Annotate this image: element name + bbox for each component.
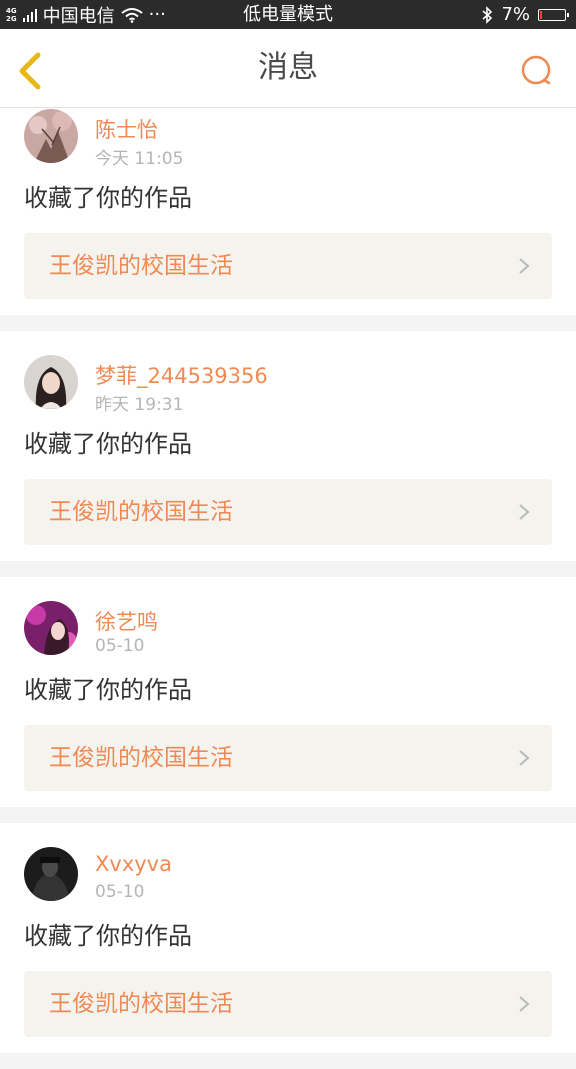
message-list: 陈士怡 今天 11:05 收藏了你的作品 王俊凯的校国生活 梦菲_2445393… — [0, 108, 576, 1069]
message-item: Xvxyva 05-10 收藏了你的作品 王俊凯的校国生活 — [0, 823, 576, 1053]
chevron-right-icon — [519, 258, 530, 274]
avatar[interactable] — [24, 109, 78, 163]
timestamp: 05-10 — [95, 636, 145, 656]
page-title: 消息 — [258, 50, 318, 85]
work-title: 王俊凯的校国生活 — [49, 499, 233, 525]
avatar-image — [24, 847, 78, 901]
timestamp: 昨天 19:31 — [95, 395, 184, 415]
work-link[interactable]: 王俊凯的校国生活 — [24, 233, 552, 299]
work-link[interactable]: 王俊凯的校国生活 — [24, 725, 552, 791]
battery-icon — [538, 8, 569, 21]
avatar[interactable] — [24, 355, 78, 409]
avatar-image — [24, 601, 78, 655]
action-text: 收藏了你的作品 — [24, 430, 192, 458]
chevron-right-icon — [519, 996, 530, 1012]
username[interactable]: 陈士怡 — [95, 114, 158, 144]
battery-level-fill — [540, 10, 542, 19]
message-item: 陈士怡 今天 11:05 收藏了你的作品 王俊凯的校国生活 — [0, 108, 576, 315]
work-link[interactable]: 王俊凯的校国生活 — [24, 479, 552, 545]
chevron-right-icon — [519, 504, 530, 520]
status-bar: 4G 2G 中国电信 ··· 低电量模式 7% — [0, 0, 576, 29]
avatar-image — [24, 109, 78, 163]
message-item: 徐艺鸣 05-10 收藏了你的作品 王俊凯的校国生活 — [0, 577, 576, 807]
avatar[interactable] — [24, 601, 78, 655]
message-item: 梦菲_244539356 昨天 19:31 收藏了你的作品 王俊凯的校国生活 — [0, 331, 576, 561]
bluetooth-icon — [482, 5, 493, 24]
avatar[interactable] — [24, 847, 78, 901]
search-icon[interactable] — [520, 54, 554, 88]
work-title: 王俊凯的校国生活 — [49, 745, 233, 771]
username[interactable]: 梦菲_244539356 — [95, 360, 268, 390]
username[interactable]: Xvxyva — [95, 852, 172, 876]
work-title: 王俊凯的校国生活 — [49, 991, 233, 1017]
action-text: 收藏了你的作品 — [24, 676, 192, 704]
avatar-image — [24, 355, 78, 409]
work-title: 王俊凯的校国生活 — [49, 253, 233, 279]
username[interactable]: 徐艺鸣 — [95, 606, 158, 636]
battery-percent: 7% — [501, 4, 530, 25]
timestamp: 05-10 — [95, 882, 145, 902]
status-right: 7% — [481, 0, 569, 29]
action-text: 收藏了你的作品 — [24, 184, 192, 212]
timestamp: 今天 11:05 — [95, 149, 184, 169]
navigation-bar: 消息 — [0, 29, 576, 108]
chevron-right-icon — [519, 750, 530, 766]
work-link[interactable]: 王俊凯的校国生活 — [24, 971, 552, 1037]
action-text: 收藏了你的作品 — [24, 922, 192, 950]
